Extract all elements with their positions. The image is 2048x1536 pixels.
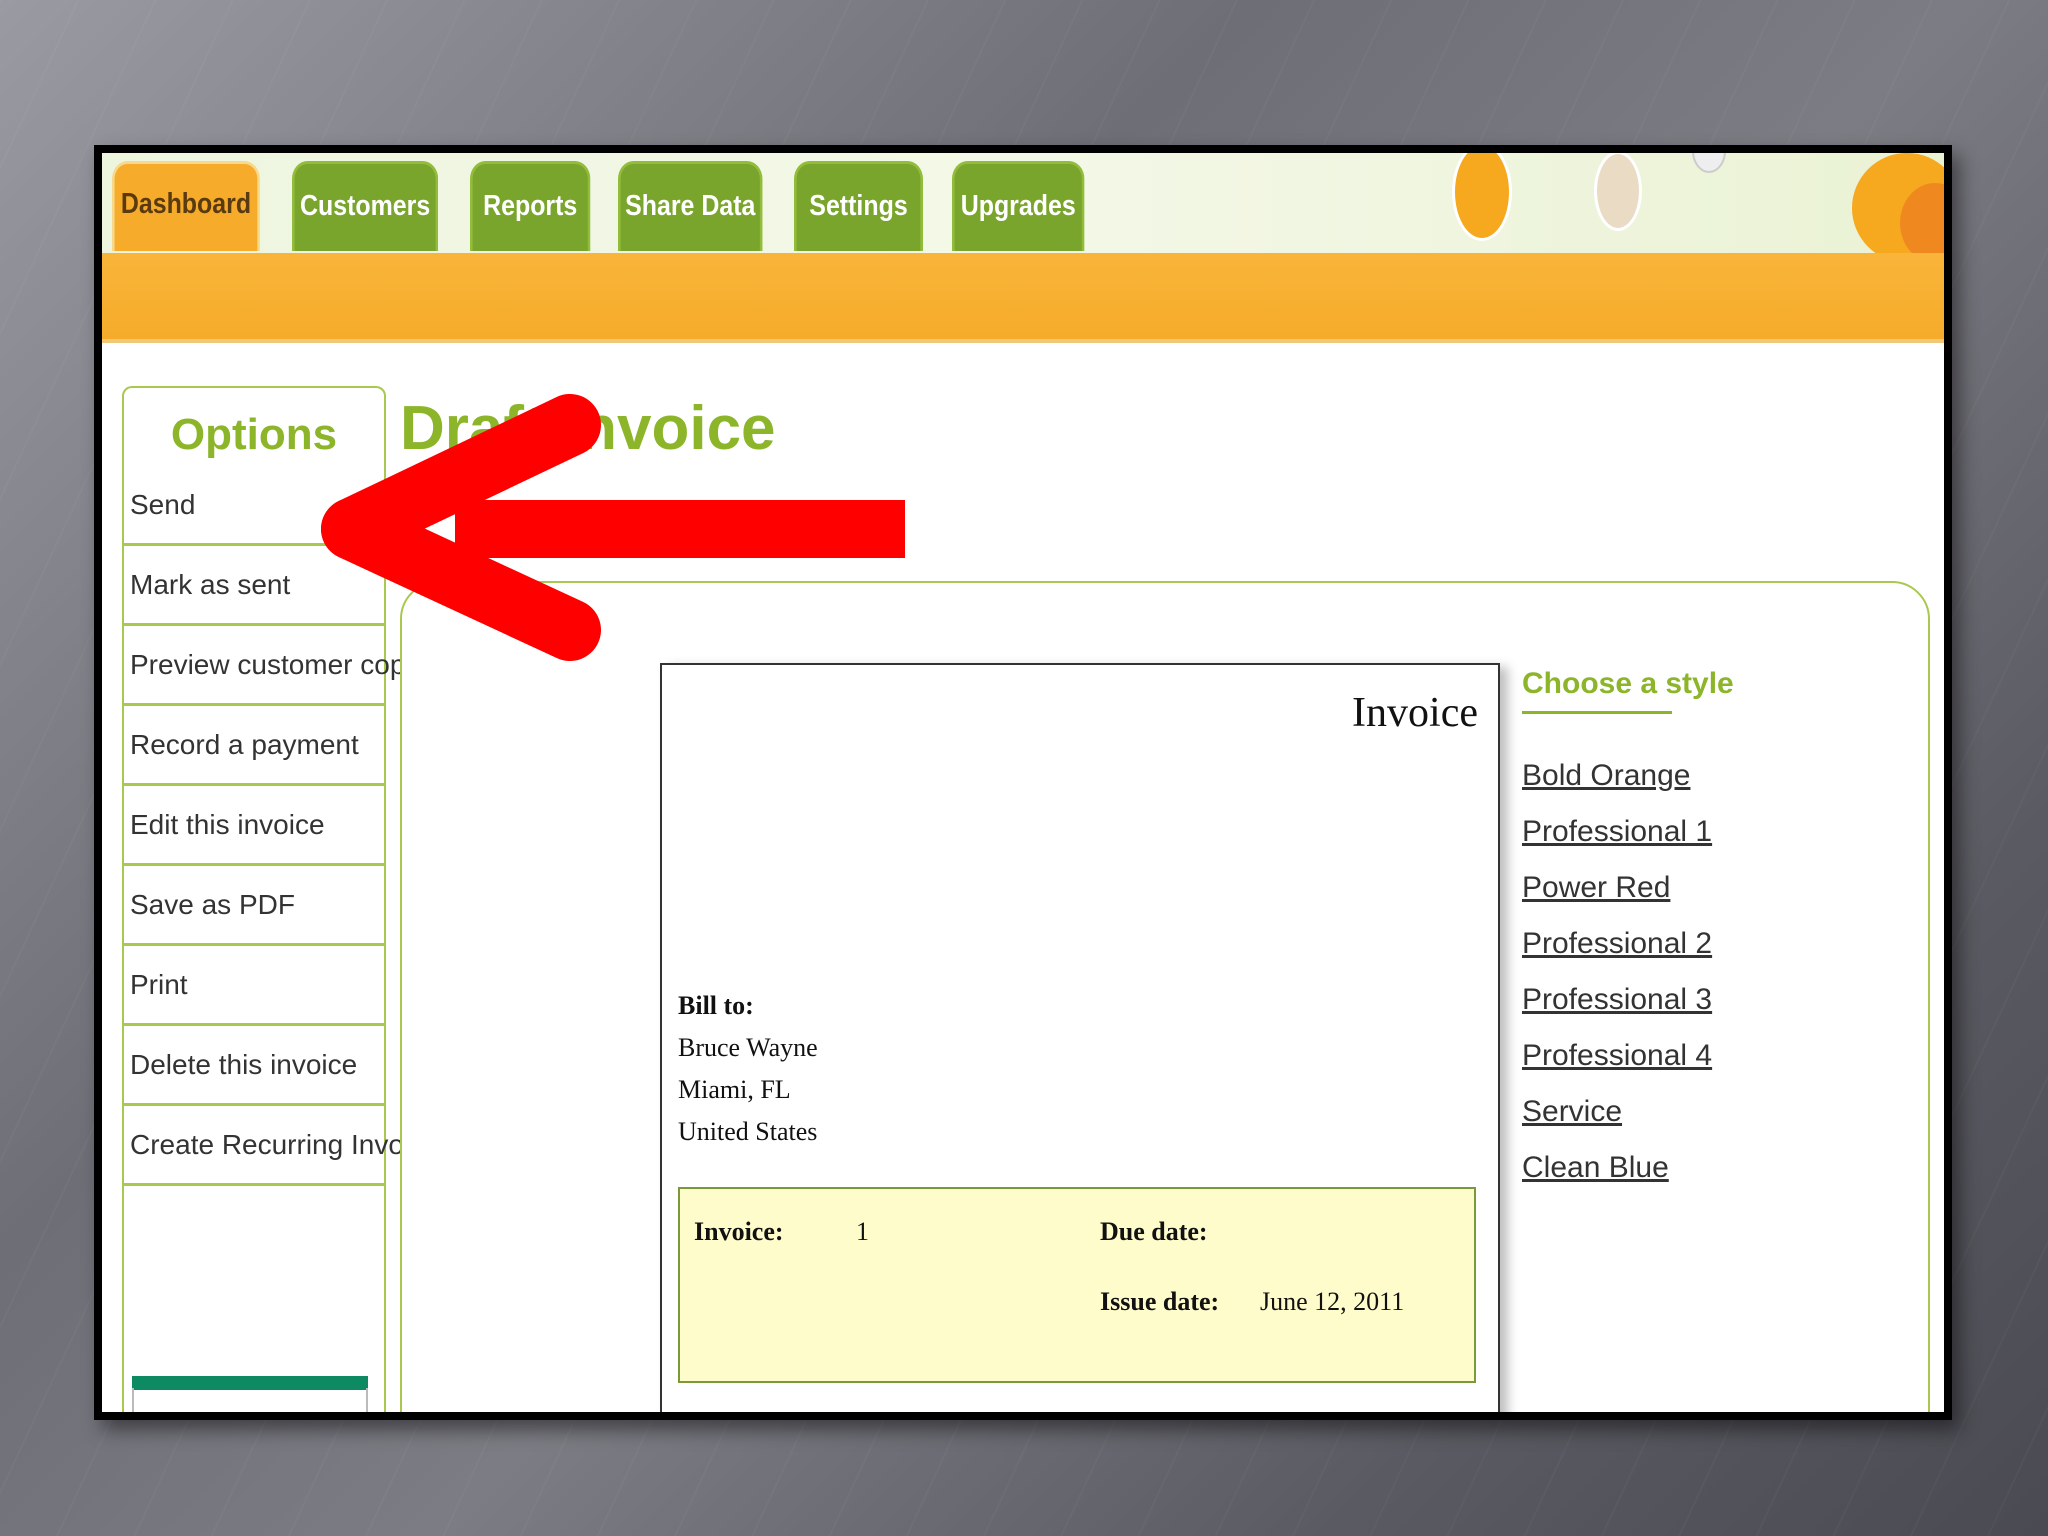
- red-arrow-shaft: [455, 500, 905, 558]
- red-arrow-icon: [321, 394, 905, 661]
